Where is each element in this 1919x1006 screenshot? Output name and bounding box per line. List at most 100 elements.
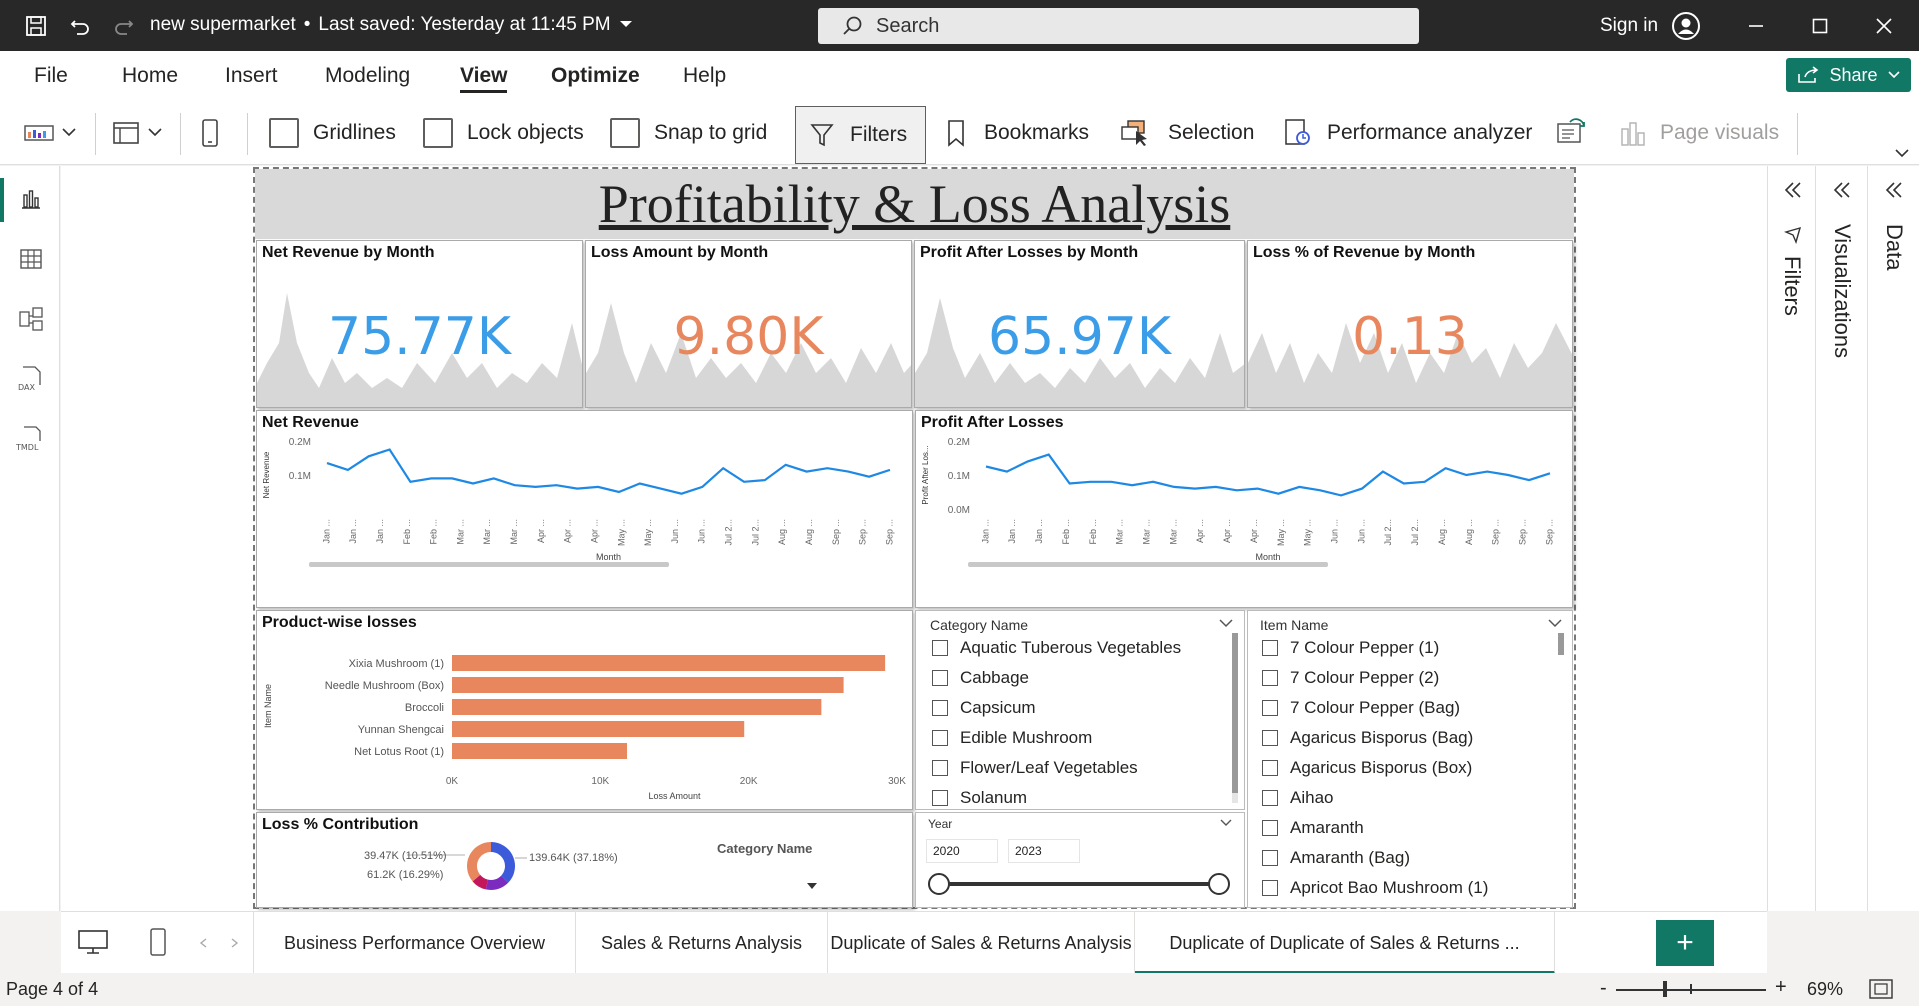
- zoom-level[interactable]: 69%: [1807, 979, 1843, 1000]
- donut-slice[interactable]: [467, 842, 491, 882]
- chevron-down-icon[interactable]: [1548, 619, 1562, 629]
- line-series[interactable]: [326, 448, 891, 495]
- bar[interactable]: [452, 677, 844, 693]
- profit-after-losses-line-chart[interactable]: Profit After Losses 0.0M 0.1M 0.2M Profit A…: [915, 410, 1573, 608]
- kpi-card-net-revenue[interactable]: Net Revenue by Month 75.77K: [256, 240, 583, 408]
- menu-modeling[interactable]: Modeling: [325, 51, 410, 101]
- table-view-icon[interactable]: [14, 242, 48, 276]
- snap-to-grid-checkbox[interactable]: Snap to grid: [610, 101, 767, 165]
- maximize-icon[interactable]: [1806, 12, 1834, 40]
- expand-pane-icon[interactable]: [1784, 182, 1802, 198]
- slicer-scrollbar[interactable]: [1558, 633, 1564, 655]
- bar[interactable]: [452, 699, 822, 715]
- page-tab[interactable]: Sales & Returns Analysis: [576, 912, 828, 974]
- chevron-down-icon[interactable]: [1220, 819, 1232, 827]
- search-box[interactable]: Search: [818, 8, 1419, 44]
- data-pane[interactable]: Data: [1867, 166, 1919, 911]
- kpi-card-loss-amount[interactable]: Loss Amount by Month 9.80K: [585, 240, 912, 408]
- filters-toggle[interactable]: Filters: [795, 106, 926, 164]
- page-tab[interactable]: Business Performance Overview: [254, 912, 576, 974]
- year-slicer[interactable]: Year 2020 2023: [915, 812, 1245, 908]
- ribbon-collapse-icon[interactable]: [1895, 149, 1909, 159]
- year-slider-start-handle[interactable]: [928, 873, 950, 895]
- zoom-slider-thumb[interactable]: [1663, 981, 1667, 997]
- gridlines-checkbox[interactable]: Gridlines: [269, 101, 396, 165]
- item-name-slicer[interactable]: Item Name 7 Colour Pepper (1) 7 Colour Pe…: [1247, 610, 1573, 908]
- line-series[interactable]: [985, 453, 1551, 497]
- tab-scroll-right-icon[interactable]: [231, 938, 239, 948]
- slicer-option[interactable]: 7 Colour Pepper (2): [1262, 668, 1439, 688]
- bookmarks-toggle[interactable]: Bookmarks: [946, 101, 1089, 165]
- slicer-option[interactable]: Agaricus Bisporus (Box): [1262, 758, 1472, 778]
- model-view-icon[interactable]: [14, 302, 48, 336]
- page-tab-active[interactable]: Duplicate of Duplicate of Sales & Return…: [1135, 912, 1555, 974]
- loss-contribution-donut[interactable]: Loss % Contribution 39.47K (10.51%) 61.2…: [256, 812, 913, 908]
- legend-scroll-down-icon[interactable]: [807, 883, 817, 889]
- tmdl-view-icon[interactable]: TMDL: [14, 422, 48, 456]
- menu-view[interactable]: View: [460, 51, 508, 101]
- page-tab[interactable]: Duplicate of Sales & Returns Analysis: [828, 912, 1135, 974]
- bar[interactable]: [452, 721, 745, 737]
- chart-scrollbar[interactable]: [968, 562, 1328, 567]
- add-page-button[interactable]: +: [1656, 920, 1714, 966]
- close-icon[interactable]: [1870, 12, 1898, 40]
- menu-insert[interactable]: Insert: [225, 51, 278, 101]
- menu-optimize[interactable]: Optimize: [551, 51, 640, 101]
- sync-slicers-button[interactable]: [1556, 101, 1588, 165]
- page-visuals-button[interactable]: Page visuals: [1620, 101, 1779, 165]
- themes-dropdown[interactable]: [24, 101, 76, 165]
- kpi-card-profit-after-losses[interactable]: Profit After Losses by Month 65.97K: [914, 240, 1245, 408]
- page-view-dropdown[interactable]: [112, 101, 162, 165]
- menu-file[interactable]: File: [34, 51, 68, 101]
- save-icon[interactable]: [22, 12, 50, 40]
- net-revenue-line-chart[interactable]: Net Revenue 0.1M 0.2M Net Revenue Jan ... Ja…: [256, 410, 913, 608]
- kpi-card-loss-pct[interactable]: Loss % of Revenue by Month 0.13: [1247, 240, 1573, 408]
- slicer-option[interactable]: Capsicum: [932, 698, 1036, 718]
- performance-analyzer-toggle[interactable]: Performance analyzer: [1283, 101, 1532, 165]
- expand-pane-icon[interactable]: [1833, 182, 1851, 198]
- slicer-option[interactable]: Amaranth (Bag): [1262, 848, 1410, 868]
- slicer-option[interactable]: Solanum: [932, 788, 1027, 808]
- filters-pane[interactable]: Filters: [1767, 166, 1815, 911]
- fit-to-page-icon[interactable]: [1869, 979, 1893, 999]
- slicer-option[interactable]: Apricot Bao Mushroom (1): [1262, 878, 1488, 898]
- lock-objects-checkbox[interactable]: Lock objects: [423, 101, 584, 165]
- menu-home[interactable]: Home: [122, 51, 178, 101]
- year-to-input[interactable]: 2023: [1008, 839, 1080, 863]
- slicer-option[interactable]: 7 Colour Pepper (Bag): [1262, 698, 1460, 718]
- year-slider-end-handle[interactable]: [1208, 873, 1230, 895]
- bar[interactable]: [452, 743, 628, 759]
- mobile-layout-icon[interactable]: [149, 927, 167, 957]
- slicer-option[interactable]: 7 Colour Pepper (1): [1262, 638, 1439, 658]
- slicer-option[interactable]: Agaricus Bisporus (Bag): [1262, 728, 1473, 748]
- minimize-icon[interactable]: [1742, 12, 1770, 40]
- slicer-option[interactable]: Aquatic Tuberous Vegetables: [932, 638, 1181, 658]
- undo-icon[interactable]: [66, 12, 94, 40]
- bar[interactable]: [452, 655, 886, 671]
- year-from-input[interactable]: 2020: [926, 839, 998, 863]
- account-icon[interactable]: [1670, 10, 1702, 42]
- desktop-layout-icon[interactable]: [77, 928, 109, 956]
- slicer-option[interactable]: Cabbage: [932, 668, 1029, 688]
- tab-scroll-left-icon[interactable]: [199, 938, 207, 948]
- slicer-option[interactable]: Amaranth: [1262, 818, 1364, 838]
- report-view-icon[interactable]: [14, 182, 48, 216]
- mobile-layout-button[interactable]: [200, 101, 220, 165]
- menu-help[interactable]: Help: [683, 51, 726, 101]
- selection-toggle[interactable]: Selection: [1120, 101, 1254, 165]
- document-title[interactable]: new supermarket • Last saved: Yesterday …: [150, 14, 633, 36]
- year-slider-track[interactable]: [938, 882, 1220, 886]
- slicer-scrollbar[interactable]: [1232, 633, 1238, 803]
- redo-icon[interactable]: [110, 12, 138, 40]
- slicer-option[interactable]: Aihao: [1262, 788, 1333, 808]
- product-losses-bar-chart[interactable]: Product-wise losses Xixia Mushroom (1) Ne…: [256, 610, 913, 810]
- chart-scrollbar[interactable]: [309, 562, 669, 567]
- category-slicer[interactable]: Category Name Aquatic Tuberous Vegetable…: [915, 610, 1245, 810]
- slicer-option[interactable]: Flower/Leaf Vegetables: [932, 758, 1138, 778]
- visualizations-pane[interactable]: Visualizations: [1815, 166, 1867, 911]
- sign-in-link[interactable]: Sign in: [1600, 15, 1658, 37]
- share-button[interactable]: Share: [1786, 58, 1911, 92]
- dax-query-view-icon[interactable]: DAX: [14, 362, 48, 396]
- zoom-in-button[interactable]: +: [1775, 976, 1787, 999]
- zoom-out-button[interactable]: -: [1600, 977, 1607, 1000]
